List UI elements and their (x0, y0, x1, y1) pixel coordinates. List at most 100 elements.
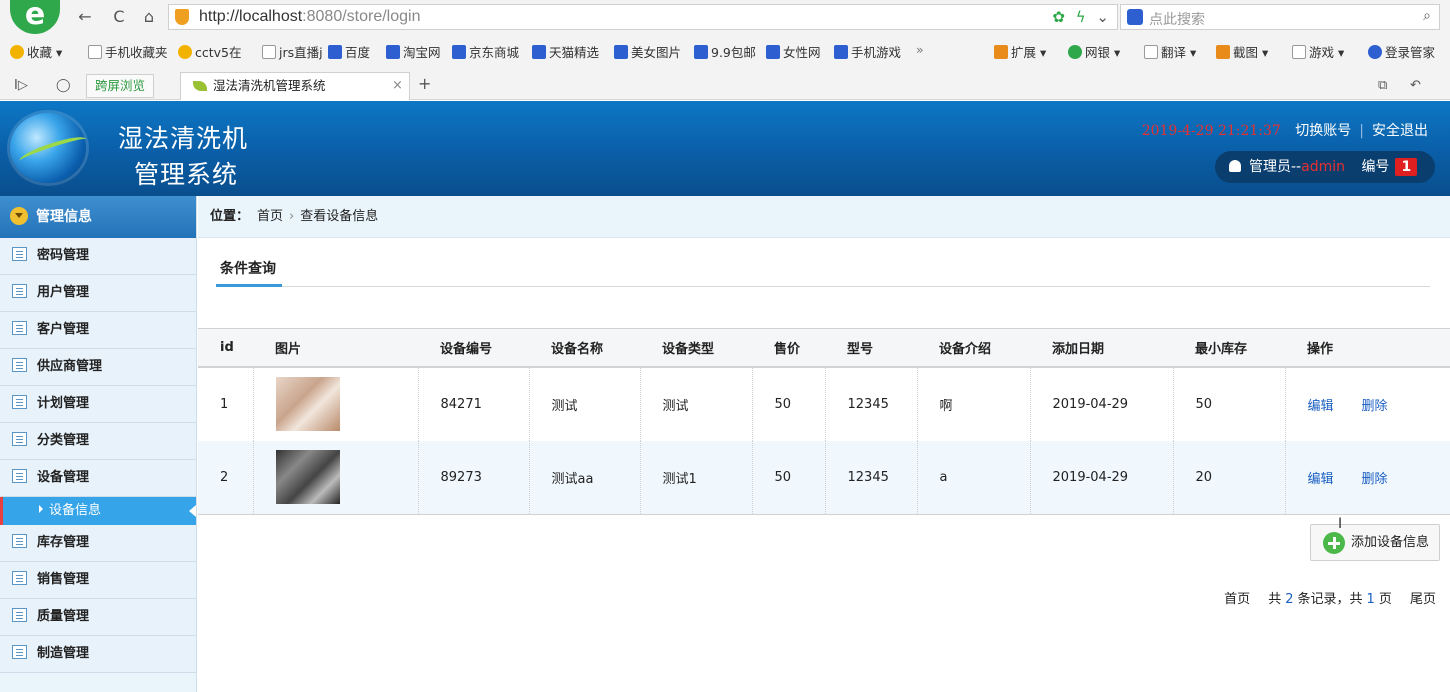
bookmark-item[interactable]: jrs直播j (262, 42, 323, 61)
pager-last[interactable]: 尾页 (1410, 592, 1436, 607)
translate-icon (1144, 45, 1158, 59)
list-icon (12, 608, 27, 622)
login-manager-icon (1368, 45, 1382, 59)
sidebar-header[interactable]: 管理信息 (0, 196, 196, 238)
bookmark-overflow[interactable]: » (916, 42, 924, 57)
cloud-icon[interactable]: ◯ (56, 78, 71, 93)
cell-image (253, 366, 419, 441)
tab-close-icon[interactable]: × (392, 78, 403, 93)
divider: | (1359, 123, 1364, 139)
bookmark-item[interactable]: 天猫精选 (532, 42, 599, 61)
add-device-button[interactable]: 添加设备信息 (1310, 524, 1440, 561)
sidebar-item-manufacturing[interactable]: 制造管理 (0, 636, 196, 673)
tab-condition-query[interactable]: 条件查询 (220, 258, 276, 278)
number-label: 编号 (1361, 159, 1390, 175)
tool-extensions[interactable]: 扩展 ▾ (994, 42, 1046, 61)
sidebar-subitem-device-info[interactable]: 设备信息 (0, 497, 196, 525)
col-type: 设备类型 (662, 341, 715, 357)
undo-icon[interactable]: ↶ (1410, 78, 1421, 93)
dropdown-chevron-icon[interactable]: ⌄ (1096, 8, 1109, 26)
list-icon (12, 395, 27, 409)
col-model: 型号 (847, 341, 874, 357)
bookmark-item[interactable]: 京东商城 (452, 42, 519, 61)
bookmark-favorites[interactable]: 收藏 ▾ (10, 42, 62, 61)
cell-code: 89273 (418, 440, 530, 515)
sidebar-item-users[interactable]: 用户管理 (0, 275, 196, 312)
delete-link[interactable]: 删除 (1362, 472, 1388, 487)
bookmark-item[interactable]: 美女图片 (614, 42, 681, 61)
bookmark-item[interactable]: 手机游戏 (834, 42, 901, 61)
tool-screenshot[interactable]: 截图 ▾ (1216, 42, 1268, 61)
tool-games[interactable]: 游戏 ▾ (1292, 42, 1344, 61)
tab-active[interactable]: 湿法清洗机管理系统 (180, 72, 410, 100)
sidebar-item-sales[interactable]: 销售管理 (0, 562, 196, 599)
user-info: 管理员--admin 编号 1 (1215, 151, 1435, 183)
sidebar-toggle-icon[interactable]: I▷ (14, 78, 28, 93)
table-row: 1 84271 测试 测试 50 12345 啊 2019-04-29 50 编… (198, 366, 1450, 441)
sidebar-item-quality[interactable]: 质量管理 (0, 599, 196, 636)
bookmark-item[interactable]: 女性网 (766, 42, 821, 61)
list-icon (12, 571, 27, 585)
breadcrumb-label: 位置： (210, 209, 250, 224)
page-icon (262, 45, 276, 59)
logout-link[interactable]: 安全退出 (1372, 123, 1428, 139)
cell-actions: 编辑 删除 (1285, 441, 1450, 515)
bookmark-item[interactable]: 9.9包邮 (694, 42, 756, 61)
cell-actions: 编辑 删除 (1285, 367, 1450, 441)
bookmark-item[interactable]: 百度 (328, 42, 370, 61)
list-icon (12, 469, 27, 483)
sidebar-item-password[interactable]: 密码管理 (0, 238, 196, 275)
device-table: id 图片 设备编号 设备名称 设备类型 售价 型号 设备介绍 添加日期 最小库… (198, 328, 1450, 515)
tool-translate[interactable]: 翻译 ▾ (1144, 42, 1196, 61)
tool-bank[interactable]: 网银 ▾ (1068, 42, 1120, 61)
cell-name: 测试 (529, 366, 641, 441)
paw-icon (834, 45, 848, 59)
breadcrumb-home[interactable]: 首页 (257, 209, 283, 224)
search-icon[interactable]: ⌕ (1423, 8, 1431, 24)
search-bar[interactable]: 点此搜索 ⌕ (1120, 4, 1440, 30)
edit-link[interactable]: 编辑 (1308, 399, 1334, 414)
browser-logo-icon[interactable]: e (10, 0, 60, 34)
list-icon (12, 432, 27, 446)
sidebar-item-plans[interactable]: 计划管理 (0, 386, 196, 423)
tab-cross-screen[interactable]: 跨屏浏览 (86, 74, 155, 98)
breadcrumb-separator-icon: › (289, 209, 295, 224)
back-icon[interactable]: ← (74, 6, 96, 28)
pager-first[interactable]: 首页 (1224, 592, 1250, 607)
edit-link[interactable]: 编辑 (1308, 472, 1334, 487)
bookmark-item[interactable]: 淘宝网 (386, 42, 441, 61)
compat-icon[interactable]: ✿ (1052, 8, 1065, 26)
cell-id: 2 (198, 440, 254, 515)
refresh-icon[interactable]: C (108, 6, 130, 28)
header-links: 2019-4-29 21:21:37 切换账号 | 安全退出 (1142, 120, 1428, 140)
bookmarks-bar: 收藏 ▾ 手机收藏夹 cctv5在 jrs直播j 百度 淘宝网 京东商城 天猫精… (8, 40, 1448, 62)
pager-total-prefix: 共 (1268, 592, 1282, 607)
pager-total-mid: 条记录，共 (1297, 592, 1363, 607)
search-placeholder: 点此搜索 (1149, 12, 1205, 28)
filter-divider (216, 286, 1430, 287)
home-icon[interactable]: ⌂ (138, 6, 160, 28)
bookmark-item[interactable]: cctv5在 (178, 42, 242, 61)
restore-tabs-icon[interactable]: ⧉ (1378, 78, 1387, 93)
paw-icon (766, 45, 780, 59)
address-row: ← C ⌂ http://localhost:8080/store/login … (70, 4, 1440, 30)
address-bar[interactable]: http://localhost:8080/store/login ✿ ϟ ⌄ (168, 4, 1118, 30)
device-image[interactable] (275, 450, 340, 505)
tool-login-manager[interactable]: 登录管家 (1368, 42, 1435, 61)
sidebar-item-inventory[interactable]: 库存管理 (0, 525, 196, 562)
url-text[interactable]: http://localhost:8080/store/login (199, 8, 420, 26)
paw-icon (452, 45, 466, 59)
sidebar-item-categories[interactable]: 分类管理 (0, 423, 196, 460)
lightning-icon[interactable]: ϟ (1076, 8, 1086, 26)
bookmark-item[interactable]: 手机收藏夹 (88, 42, 168, 61)
new-tab-icon[interactable]: + (418, 74, 431, 93)
collapse-icon (10, 207, 28, 225)
sidebar-item-customers[interactable]: 客户管理 (0, 312, 196, 349)
device-image[interactable] (275, 377, 340, 431)
system-title-line2: 管理系统 (134, 160, 239, 189)
switch-account-link[interactable]: 切换账号 (1295, 123, 1351, 139)
sidebar-item-suppliers[interactable]: 供应商管理 (0, 349, 196, 386)
phone-icon (88, 45, 102, 59)
sidebar-item-devices[interactable]: 设备管理 (0, 460, 196, 497)
delete-link[interactable]: 删除 (1362, 399, 1388, 414)
